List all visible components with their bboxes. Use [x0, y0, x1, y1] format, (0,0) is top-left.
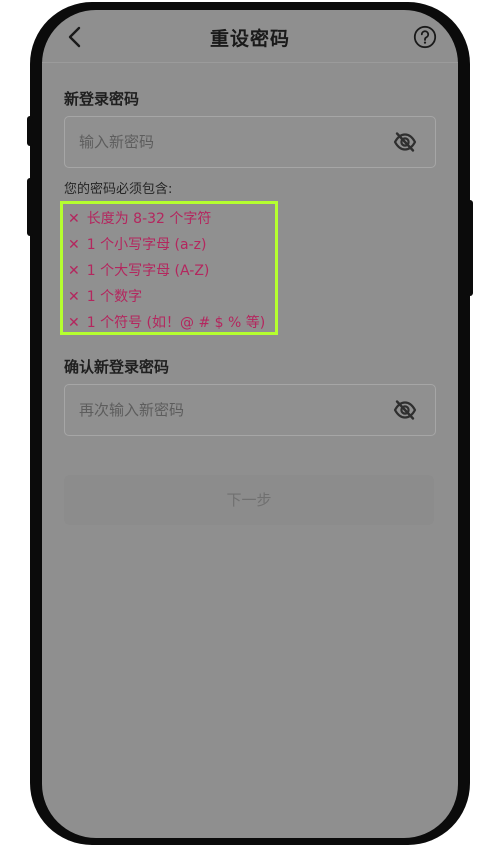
- cross-icon: ✕: [68, 289, 80, 305]
- requirement-item: ✕ 1 个数字: [68, 289, 143, 305]
- new-password-field-box: [64, 116, 436, 168]
- new-password-label: 新登录密码: [64, 90, 140, 108]
- requirements-title: 您的密码必须包含:: [64, 182, 173, 197]
- page-title: 重设密码: [209, 28, 290, 50]
- requirement-item: ✕ 1 个小写字母 (a-z): [68, 237, 207, 253]
- side-button-right: [467, 200, 473, 296]
- eye-off-icon[interactable]: [393, 399, 417, 421]
- cross-icon: ✕: [68, 211, 80, 227]
- next-step-button[interactable]: 下一步: [64, 475, 434, 525]
- cross-icon: ✕: [68, 315, 80, 331]
- requirement-item: ✕ 1 个大写字母 (A-Z): [68, 263, 210, 279]
- new-password-input[interactable]: [79, 117, 379, 167]
- confirm-password-label: 确认新登录密码: [64, 358, 170, 376]
- password-requirements-list: ✕ 长度为 8-32 个字符 ✕ 1 个小写字母 (a-z) ✕ 1 个大写字母 (A…: [60, 201, 278, 335]
- cross-icon: ✕: [68, 237, 80, 253]
- eye-off-icon[interactable]: [393, 131, 417, 153]
- requirement-item: ✕ 长度为 8-32 个字符: [68, 211, 212, 227]
- nav-bar: 重设密码: [42, 10, 458, 63]
- question-circle-icon[interactable]: [413, 25, 437, 49]
- side-button-left: [27, 116, 33, 146]
- confirm-password-input[interactable]: [79, 385, 379, 435]
- app-screen: 重设密码 新登录密码 您的密码必须包含: ✕ 长度为 8-32 个字符 ✕ 1 个小…: [42, 10, 458, 838]
- confirm-password-field-box: [64, 384, 436, 436]
- side-button-left-2: [27, 178, 33, 236]
- cross-icon: ✕: [68, 263, 80, 279]
- requirement-item: ✕ 1 个符号 (如！@ # $ % 等): [68, 315, 266, 331]
